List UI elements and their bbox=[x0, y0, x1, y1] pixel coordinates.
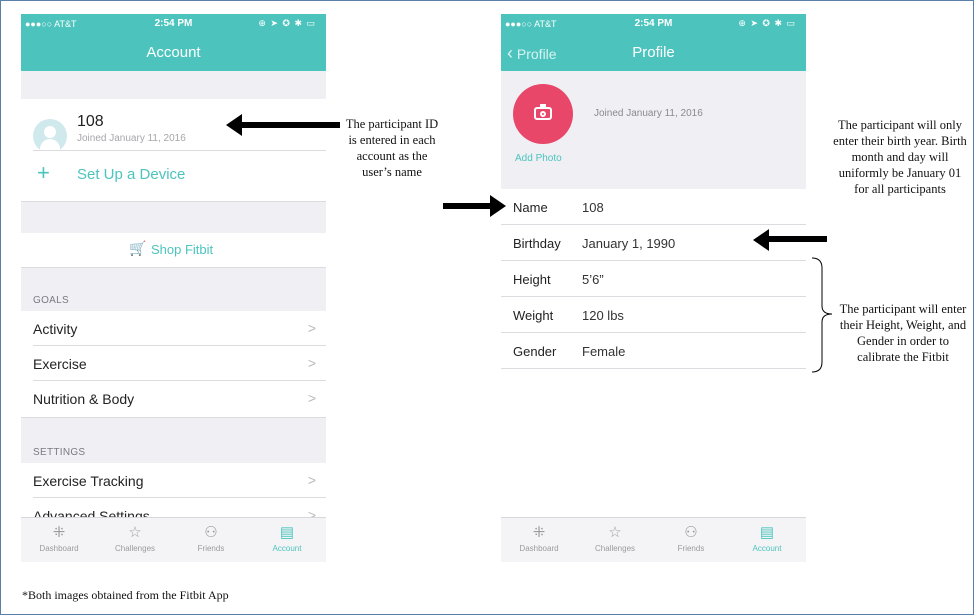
chevron-right-icon: > bbox=[307, 472, 316, 488]
chevron-right-icon: > bbox=[307, 390, 316, 406]
profile-name: 108 bbox=[77, 113, 104, 130]
shop-fitbit-button[interactable]: 🛒 Shop Fitbit bbox=[21, 233, 326, 267]
field-value: 108 bbox=[582, 200, 604, 215]
field-label: Weight bbox=[513, 308, 554, 323]
account-card-icon: ▤ bbox=[759, 524, 775, 541]
field-gender[interactable]: Gender Female bbox=[501, 333, 806, 369]
tab-label: Account bbox=[752, 544, 782, 553]
annotation-participant-id: The participant ID is entered in each ac… bbox=[345, 117, 439, 179]
plus-icon: + bbox=[37, 160, 50, 185]
settings-section: SETTINGS bbox=[21, 417, 326, 464]
chevron-right-icon: > bbox=[307, 355, 316, 371]
list-item-activity[interactable]: Activity > bbox=[21, 311, 326, 346]
list-item-label: Nutrition & Body bbox=[33, 391, 135, 407]
brace-bracket bbox=[811, 257, 833, 373]
cart-icon: 🛒 bbox=[129, 240, 147, 256]
setup-device-button[interactable]: + Set Up a Device bbox=[21, 151, 326, 201]
annotation-calibration: The participant will enter their Height,… bbox=[839, 302, 967, 364]
list-item-label: Exercise bbox=[33, 356, 87, 372]
page-title: Profile bbox=[632, 44, 675, 61]
tab-label: Account bbox=[272, 544, 302, 553]
footnote: *Both images obtained from the Fitbit Ap… bbox=[22, 588, 229, 602]
star-badge-icon: ☆ bbox=[608, 524, 622, 541]
field-label: Name bbox=[513, 200, 548, 215]
tab-account[interactable]: ▤ Account bbox=[729, 522, 805, 553]
dashboard-icon: ⁜ bbox=[532, 524, 546, 541]
field-value: Female bbox=[582, 344, 626, 359]
profile-joined: Joined January 11, 2016 bbox=[77, 133, 186, 144]
tab-label: Challenges bbox=[594, 544, 636, 553]
tab-dashboard[interactable]: ⁜ Dashboard bbox=[501, 522, 577, 553]
add-photo-label[interactable]: Add Photo bbox=[515, 153, 562, 164]
dashboard-icon: ⁜ bbox=[52, 524, 66, 541]
tab-label: Friends bbox=[197, 544, 225, 553]
list-item-label: Exercise Tracking bbox=[33, 473, 144, 489]
star-badge-icon: ☆ bbox=[128, 524, 142, 541]
list-item-nutrition-body[interactable]: Nutrition & Body > bbox=[21, 381, 326, 417]
field-label: Gender bbox=[513, 344, 557, 359]
annotation-birth-year: The participant will only enter their bi… bbox=[833, 118, 967, 196]
profile-screen: ●●●○○ AT&T 2:54 PM ⊕ ➤ ✪ ✱ ▭ ‹ Profile P… bbox=[501, 14, 806, 562]
tab-label: Dashboard bbox=[519, 544, 559, 553]
tab-friends[interactable]: ⚇ Friends bbox=[653, 522, 729, 553]
tab-label: Challenges bbox=[114, 544, 156, 553]
field-name[interactable]: Name 108 bbox=[501, 189, 806, 225]
status-icons: ⊕ ➤ ✪ ✱ ▭ bbox=[738, 18, 796, 28]
tab-bar: ⁜ Dashboard ☆ Challenges ⚇ Friends ▤ Account bbox=[501, 517, 806, 562]
nav-bar: ●●●○○ AT&T 2:54 PM ⊕ ➤ ✪ ✱ ▭ Account bbox=[21, 14, 326, 71]
shop-label: Shop Fitbit bbox=[151, 242, 214, 257]
account-screen: ●●●○○ AT&T 2:54 PM ⊕ ➤ ✪ ✱ ▭ Account 108… bbox=[21, 14, 326, 562]
tab-challenges[interactable]: ☆ Challenges bbox=[577, 522, 653, 553]
status-bar: ●●●○○ AT&T 2:54 PM ⊕ ➤ ✪ ✱ ▭ bbox=[21, 14, 326, 34]
tab-friends[interactable]: ⚇ Friends bbox=[173, 522, 249, 553]
field-value: January 1, 1990 bbox=[582, 236, 676, 251]
account-card-icon: ▤ bbox=[279, 524, 295, 541]
spacer bbox=[21, 71, 326, 99]
field-value: 5’6” bbox=[582, 272, 604, 287]
section-header-settings: SETTINGS bbox=[33, 447, 86, 458]
tab-dashboard[interactable]: ⁜ Dashboard bbox=[21, 522, 97, 553]
field-label: Birthday bbox=[513, 236, 561, 251]
friends-icon: ⚇ bbox=[204, 524, 218, 541]
field-label: Height bbox=[513, 272, 551, 287]
setup-label: Set Up a Device bbox=[77, 166, 186, 183]
page-title: Account bbox=[146, 44, 201, 61]
status-icons: ⊕ ➤ ✪ ✱ ▭ bbox=[258, 18, 316, 28]
list-item-label: Activity bbox=[33, 321, 78, 337]
goals-section: GOALS bbox=[21, 267, 326, 312]
tab-account[interactable]: ▤ Account bbox=[249, 522, 325, 553]
joined-date: Joined January 11, 2016 bbox=[594, 108, 703, 119]
camera-icon bbox=[534, 104, 552, 120]
add-photo-button[interactable] bbox=[513, 84, 573, 144]
list-item-exercise-tracking[interactable]: Exercise Tracking > bbox=[21, 463, 326, 498]
nav-bar: ●●●○○ AT&T 2:54 PM ⊕ ➤ ✪ ✱ ▭ ‹ Profile P… bbox=[501, 14, 806, 71]
spacer bbox=[21, 201, 326, 234]
field-height[interactable]: Height 5’6” bbox=[501, 261, 806, 297]
field-weight[interactable]: Weight 120 lbs bbox=[501, 297, 806, 333]
section-header-goals: GOALS bbox=[33, 295, 69, 306]
field-value: 120 lbs bbox=[582, 308, 624, 323]
friends-icon: ⚇ bbox=[684, 524, 698, 541]
chevron-right-icon: > bbox=[307, 320, 316, 336]
status-bar: ●●●○○ AT&T 2:54 PM ⊕ ➤ ✪ ✱ ▭ bbox=[501, 14, 806, 34]
avatar bbox=[33, 119, 67, 153]
list-item-exercise[interactable]: Exercise > bbox=[21, 346, 326, 381]
tab-label: Friends bbox=[677, 544, 705, 553]
tab-bar: ⁜ Dashboard ☆ Challenges ⚇ Friends ▤ Account bbox=[21, 517, 326, 562]
tab-label: Dashboard bbox=[39, 544, 79, 553]
tab-challenges[interactable]: ☆ Challenges bbox=[97, 522, 173, 553]
